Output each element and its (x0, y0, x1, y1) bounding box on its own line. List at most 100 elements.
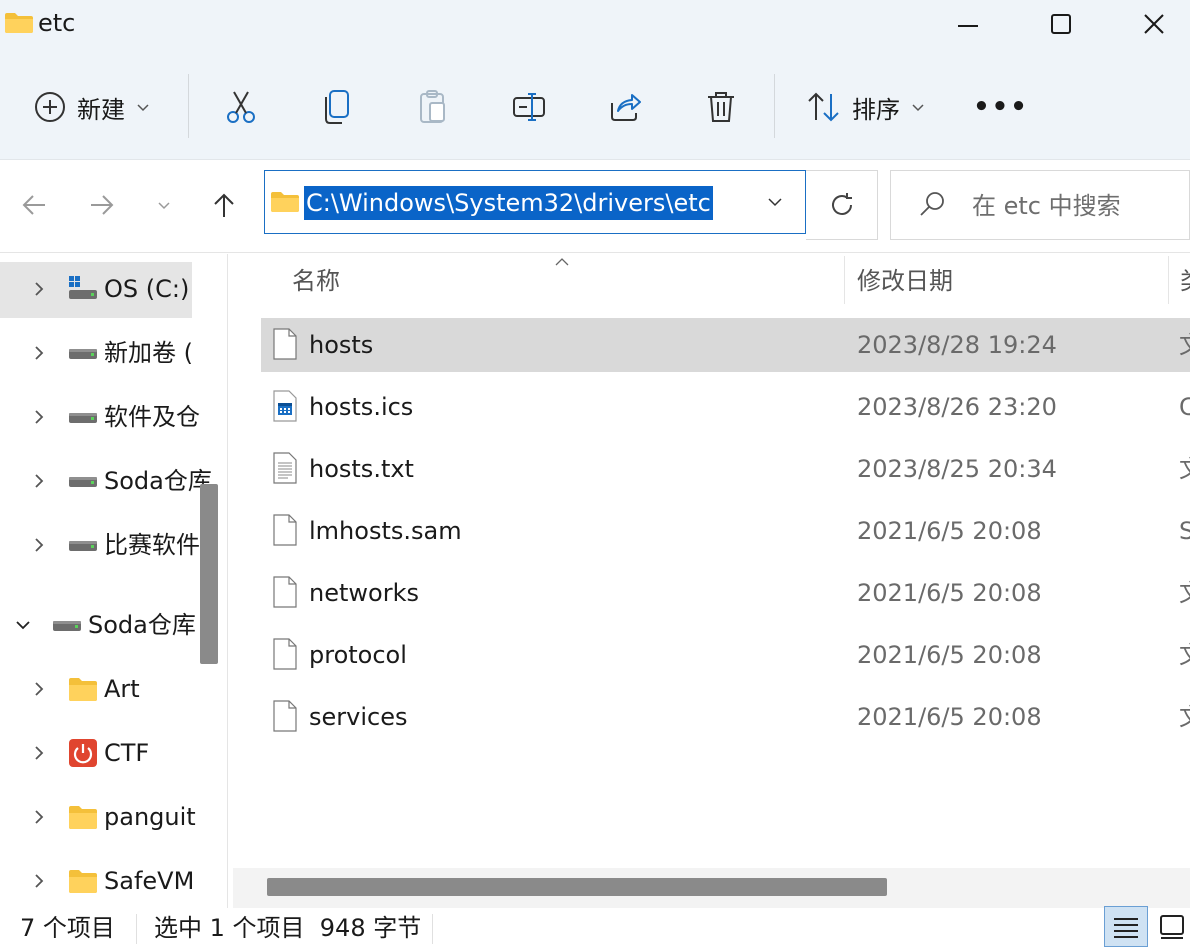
chevron-down-icon (768, 198, 782, 207)
drive-icon (69, 541, 97, 551)
calendar-file-icon (273, 390, 297, 422)
refresh-button[interactable] (806, 170, 878, 240)
horizontal-scrollbar-thumb[interactable] (267, 878, 887, 896)
large-icons-view-button[interactable] (1154, 906, 1190, 947)
share-button[interactable] (598, 76, 652, 138)
sidebar-item-panguit[interactable]: panguit (0, 788, 196, 848)
recent-locations-button[interactable] (140, 176, 188, 234)
file-icon (273, 328, 297, 360)
column-divider[interactable] (1168, 256, 1169, 304)
column-header-type[interactable]: 类 (1180, 262, 1190, 300)
back-button[interactable] (10, 176, 58, 234)
file-name: hosts.ics (309, 393, 414, 421)
minimize-button[interactable] (922, 0, 1014, 48)
details-view-icon (1114, 917, 1138, 938)
file-name: services (309, 703, 408, 731)
sort-ascending-icon (554, 252, 570, 266)
close-icon (1144, 14, 1164, 34)
refresh-icon (831, 193, 852, 215)
search-icon (918, 190, 946, 218)
more-options-button[interactable]: ••• (970, 76, 1032, 138)
copy-button[interactable] (310, 76, 364, 138)
chevron-right-icon (35, 346, 44, 360)
sidebar-item-new-volume[interactable]: 新加卷 ( (0, 324, 193, 384)
file-row-services[interactable]: services 2021/6/5 20:08 文 (261, 690, 1190, 744)
sort-button[interactable]: 排序 (800, 76, 934, 138)
file-type: S (1179, 517, 1190, 545)
sidebar-item-label: SafeVM (104, 867, 195, 895)
maximize-button[interactable] (1015, 0, 1107, 48)
trash-icon (708, 92, 734, 122)
file-date: 2021/6/5 20:08 (857, 703, 1042, 731)
chevron-right-icon (35, 282, 44, 296)
chevron-right-icon (35, 538, 44, 552)
column-header-date[interactable]: 修改日期 (857, 262, 953, 300)
sidebar-item-ctf[interactable]: CTF (0, 724, 192, 784)
chevron-right-icon (35, 410, 44, 424)
chevron-down-icon (137, 104, 149, 112)
rename-button[interactable] (502, 76, 556, 138)
paste-button[interactable] (406, 76, 460, 138)
chevron-right-icon (35, 474, 44, 488)
copy-icon (325, 90, 349, 124)
chevron-down-icon (158, 202, 170, 210)
sidebar-item-label: OS (C:) (104, 275, 190, 303)
sidebar-item-competition[interactable]: 比赛软件 (0, 516, 200, 576)
sidebar-item-soda-repo[interactable]: Soda仓库 (0, 596, 196, 656)
sidebar-item-label: CTF (104, 739, 150, 767)
sidebar-item-art[interactable]: Art (0, 660, 192, 720)
system-drive-icon (69, 276, 97, 299)
file-icon (273, 700, 297, 732)
file-icon (273, 576, 297, 608)
file-date: 2021/6/5 20:08 (857, 579, 1042, 607)
file-icon (273, 514, 297, 546)
sidebar-item-os-c[interactable]: OS (C:) (0, 260, 192, 320)
file-date: 2023/8/28 19:24 (857, 331, 1057, 359)
file-name: hosts (309, 331, 374, 359)
selection-info: 选中 1 个项目 948 字节 (154, 914, 422, 942)
forward-button[interactable] (78, 176, 126, 234)
column-divider[interactable] (844, 256, 845, 304)
delete-button[interactable] (694, 76, 748, 138)
new-button-label: 新建 (77, 95, 125, 124)
sidebar-item-label: Art (104, 675, 140, 703)
file-row-lmhosts-sam[interactable]: lmhosts.sam 2021/6/5 20:08 S (261, 504, 1190, 558)
file-name: hosts.txt (309, 455, 414, 483)
file-type: 文 (1179, 698, 1190, 736)
status-separator (136, 914, 137, 944)
file-row-hosts[interactable]: hosts 2023/8/28 19:24 文 (261, 318, 1190, 372)
up-button[interactable] (200, 176, 248, 234)
details-view-button[interactable] (1104, 906, 1148, 947)
address-path[interactable]: C:\Windows\System32\drivers\etc (304, 186, 713, 220)
tiles-view-icon (1160, 914, 1184, 939)
file-type: 文 (1179, 326, 1190, 364)
new-button[interactable]: 新建 (28, 76, 158, 138)
folder-icon (69, 806, 97, 829)
column-header-name[interactable]: 名称 (292, 262, 340, 300)
maximize-icon (1051, 14, 1071, 34)
rename-icon (513, 93, 545, 121)
sort-arrows-icon (808, 92, 839, 122)
sidebar-item-label: panguit (104, 803, 196, 831)
address-dropdown-button[interactable] (760, 184, 790, 220)
chevron-right-icon (35, 746, 44, 760)
file-row-protocol[interactable]: protocol 2021/6/5 20:08 文 (261, 628, 1190, 682)
sidebar-item-safevm[interactable]: SafeVM (0, 852, 195, 912)
file-date: 2023/8/25 20:34 (857, 455, 1057, 483)
sidebar-item-label: 比赛软件 (104, 531, 200, 559)
search-placeholder[interactable]: 在 etc 中搜索 (972, 190, 1121, 222)
file-row-networks[interactable]: networks 2021/6/5 20:08 文 (261, 566, 1190, 620)
drive-icon (53, 621, 81, 631)
sidebar-scrollbar-thumb[interactable] (200, 484, 218, 664)
drive-icon (69, 349, 97, 359)
cut-button[interactable] (214, 76, 268, 138)
file-row-hosts-ics[interactable]: hosts.ics 2023/8/26 23:20 C (261, 380, 1190, 434)
chevron-down-icon (16, 621, 30, 630)
plus-circle-icon (35, 92, 65, 122)
minimize-icon (958, 25, 978, 27)
sidebar-item-software[interactable]: 软件及仓 (0, 388, 200, 448)
sidebar-item-soda-drive[interactable]: Soda仓库 (0, 452, 212, 512)
close-button[interactable] (1108, 0, 1190, 48)
file-row-hosts-txt[interactable]: hosts.txt 2023/8/25 20:34 文 (261, 442, 1190, 496)
chevron-right-icon (35, 810, 44, 824)
